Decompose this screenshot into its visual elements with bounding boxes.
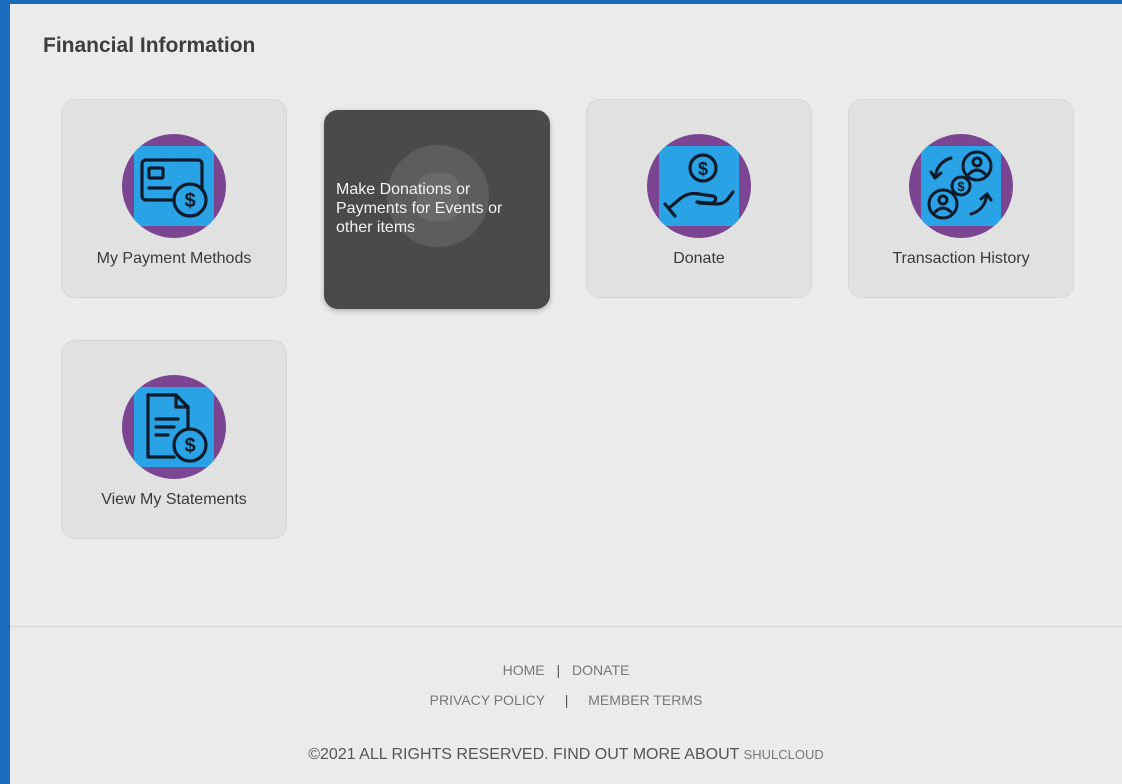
footer-terms-link[interactable]: MEMBER TERMS (588, 692, 702, 708)
footer-donate-link[interactable]: DONATE (572, 662, 629, 678)
svg-text:$: $ (698, 159, 708, 179)
statement-document-icon: $ (122, 375, 226, 479)
footer-privacy-link[interactable]: PRIVACY POLICY (430, 692, 545, 708)
transaction-exchange-icon: $ (909, 134, 1013, 238)
svg-text:$: $ (957, 179, 965, 194)
svg-text:$: $ (184, 190, 195, 212)
tile-view-statements[interactable]: $ View My Statements (61, 340, 287, 539)
footer-links-secondary: PRIVACY POLICY | MEMBER TERMS (10, 692, 1122, 708)
tile-label: View My Statements (101, 491, 247, 508)
svg-text:$: $ (184, 435, 195, 457)
footer-copyright: ©2021 ALL RIGHTS RESERVED. FIND OUT MORE… (10, 746, 1122, 764)
shulcloud-link[interactable]: SHULCLOUD (744, 747, 824, 762)
footer-divider (10, 626, 1122, 627)
footer-separator: | (564, 692, 569, 708)
footer-home-link[interactable]: HOME (503, 662, 545, 678)
tile-label: Transaction History (892, 250, 1030, 267)
hand-coin-icon: $ (647, 134, 751, 238)
footer-links-primary: HOME | DONATE (10, 662, 1122, 678)
tile-make-donations[interactable]: Make Donations or Payments for Events or… (324, 110, 550, 309)
tile-label: My Payment Methods (96, 250, 252, 267)
tile-transaction-history[interactable]: $ Transaction History (848, 99, 1074, 298)
tile-payment-methods[interactable]: $ My Payment Methods (61, 99, 287, 298)
section-title: Financial Information (43, 34, 256, 57)
copyright-text: ©2021 ALL RIGHTS RESERVED. FIND OUT MORE… (308, 746, 740, 763)
tile-label: Donate (673, 250, 725, 267)
payment-card-icon: $ (122, 134, 226, 238)
tile-donate[interactable]: $ Donate (586, 99, 812, 298)
footer-separator: | (556, 662, 561, 678)
tile-description: Make Donations or Payments for Events or… (336, 181, 503, 236)
page-container: Financial Information $ My Payment Metho… (10, 4, 1122, 784)
